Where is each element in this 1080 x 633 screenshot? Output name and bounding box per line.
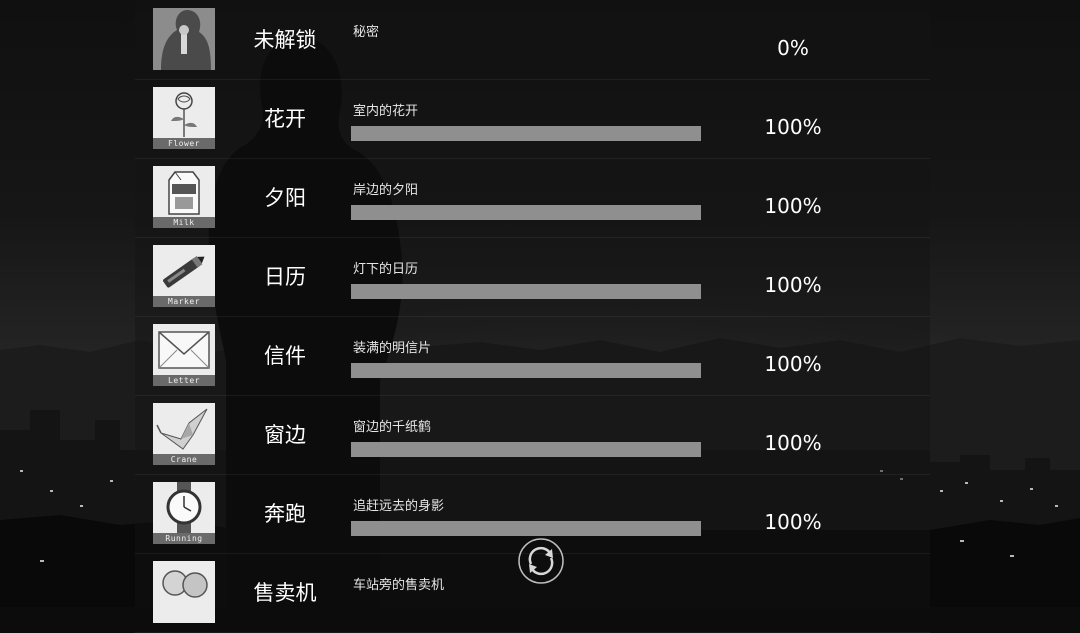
achievement-thumbnail: Running [153,482,215,544]
achievement-thumbnail [153,561,215,623]
achievement-description: 追赶远去的身影 [353,499,445,514]
coins-icon [153,561,215,623]
achievement-name: 奔跑 [264,502,306,526]
milk-carton-icon [153,166,215,217]
achievement-row[interactable]: Letter 信件 装满的明信片 100% [135,316,930,396]
thumbnail-caption: Flower [153,138,215,149]
achievement-name: 花开 [264,107,306,131]
achievement-percent: 100% [764,273,822,297]
achievement-thumbnail: Flower [153,87,215,149]
achievement-name: 窗边 [264,423,306,447]
achievement-description: 秘密 [353,25,380,40]
progress-fill [351,363,701,378]
achievement-thumbnail: Crane [153,403,215,465]
progress-fill [351,521,701,536]
progress-fill [351,205,701,220]
achievement-thumbnail: Milk [153,166,215,228]
achievement-description: 岸边的夕阳 [353,183,419,198]
thumbnail-caption: Letter [153,375,215,386]
progress-bar [351,126,701,141]
achievement-row[interactable]: Crane 窗边 窗边的千纸鹤 100% [135,395,930,475]
thumbnail-caption: Running [153,533,215,544]
achievement-row[interactable]: Flower 花开 室内的花开 100% [135,79,930,159]
progress-fill [351,126,701,141]
achievement-name: 售卖机 [253,581,317,605]
refresh-icon[interactable] [517,537,565,585]
achievement-name: 夕阳 [264,186,306,210]
marker-icon [153,245,215,296]
achievement-description: 窗边的千纸鹤 [353,420,432,435]
achievement-percent: 100% [764,431,822,455]
progress-fill [351,284,701,299]
achievement-list[interactable]: 未解锁 秘密 0% Flower 花开 室内的花开 100% Milk 夕阳 岸… [135,0,930,633]
achievement-description: 室内的花开 [353,104,419,119]
thumbnail-caption: Marker [153,296,215,307]
achievement-row[interactable]: 未解锁 秘密 0% [135,0,930,80]
letter-icon [153,324,215,375]
progress-fill [351,442,701,457]
thumbnail-caption: Crane [153,454,215,465]
achievement-row[interactable]: Marker 日历 灯下的日历 100% [135,237,930,317]
achievement-description: 车站旁的售卖机 [353,578,445,593]
achievement-name: 信件 [264,344,306,368]
achievement-percent: 100% [764,194,822,218]
paper-crane-icon [153,403,215,454]
achievement-thumbnail [153,8,215,70]
achievement-name: 日历 [264,265,306,289]
achievement-name: 未解锁 [253,28,317,52]
achievement-description: 灯下的日历 [353,262,419,277]
progress-bar [351,521,701,536]
progress-bar [351,284,701,299]
watch-icon [153,482,215,533]
thumbnail-caption: Milk [153,217,215,228]
achievement-percent: 0% [777,36,809,60]
achievement-thumbnail: Letter [153,324,215,386]
achievement-row[interactable]: Milk 夕阳 岸边的夕阳 100% [135,158,930,238]
achievement-percent: 100% [764,352,822,376]
achievement-percent: 100% [764,510,822,534]
achievement-description: 装满的明信片 [353,341,432,356]
progress-bar [351,205,701,220]
achievement-percent: 100% [764,115,822,139]
progress-bar [351,363,701,378]
secret-icon [153,8,215,70]
achievement-thumbnail: Marker [153,245,215,307]
progress-bar [351,442,701,457]
flower-icon [153,87,215,138]
